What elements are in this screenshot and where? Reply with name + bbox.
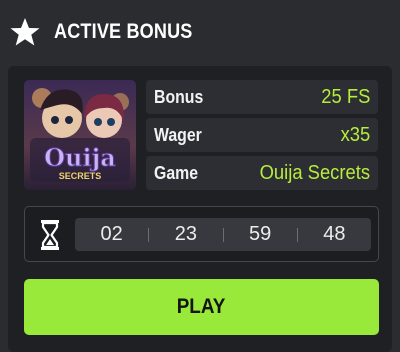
wager-value: x35 <box>340 124 370 146</box>
game-logo-text: Ouija <box>44 143 116 172</box>
timer-seconds: 48 <box>323 223 346 245</box>
wager-row: Wager x35 <box>146 118 378 152</box>
play-button-label: PLAY <box>177 295 226 318</box>
bonus-value: 25 FS <box>320 86 370 108</box>
bonus-card: Ouija SECRETS Bonus 25 FS Wager x35 Game… <box>8 66 392 352</box>
game-thumbnail[interactable]: Ouija SECRETS <box>24 80 136 190</box>
timer-bar: 02 23 59 48 <box>75 218 371 251</box>
header: ACTIVE BONUS <box>0 0 400 66</box>
wager-label: Wager <box>154 125 202 145</box>
game-row: Game Ouija Secrets <box>146 156 378 190</box>
hourglass-icon <box>41 220 59 250</box>
timer-days: 02 <box>100 223 123 245</box>
bonus-label: Bonus <box>154 87 204 107</box>
game-logo-subtext: SECRETS <box>59 171 102 181</box>
game-label: Game <box>154 163 199 183</box>
play-button[interactable]: PLAY <box>24 279 379 335</box>
page-title: ACTIVE BONUS <box>54 20 193 43</box>
bonus-row: Bonus 25 FS <box>146 80 378 114</box>
game-value: Ouija Secrets <box>259 162 370 184</box>
star-icon <box>10 18 40 46</box>
timer-hours: 23 <box>174 223 197 245</box>
timer-minutes: 59 <box>249 223 272 245</box>
countdown-timer: 02 23 59 48 <box>24 206 379 262</box>
